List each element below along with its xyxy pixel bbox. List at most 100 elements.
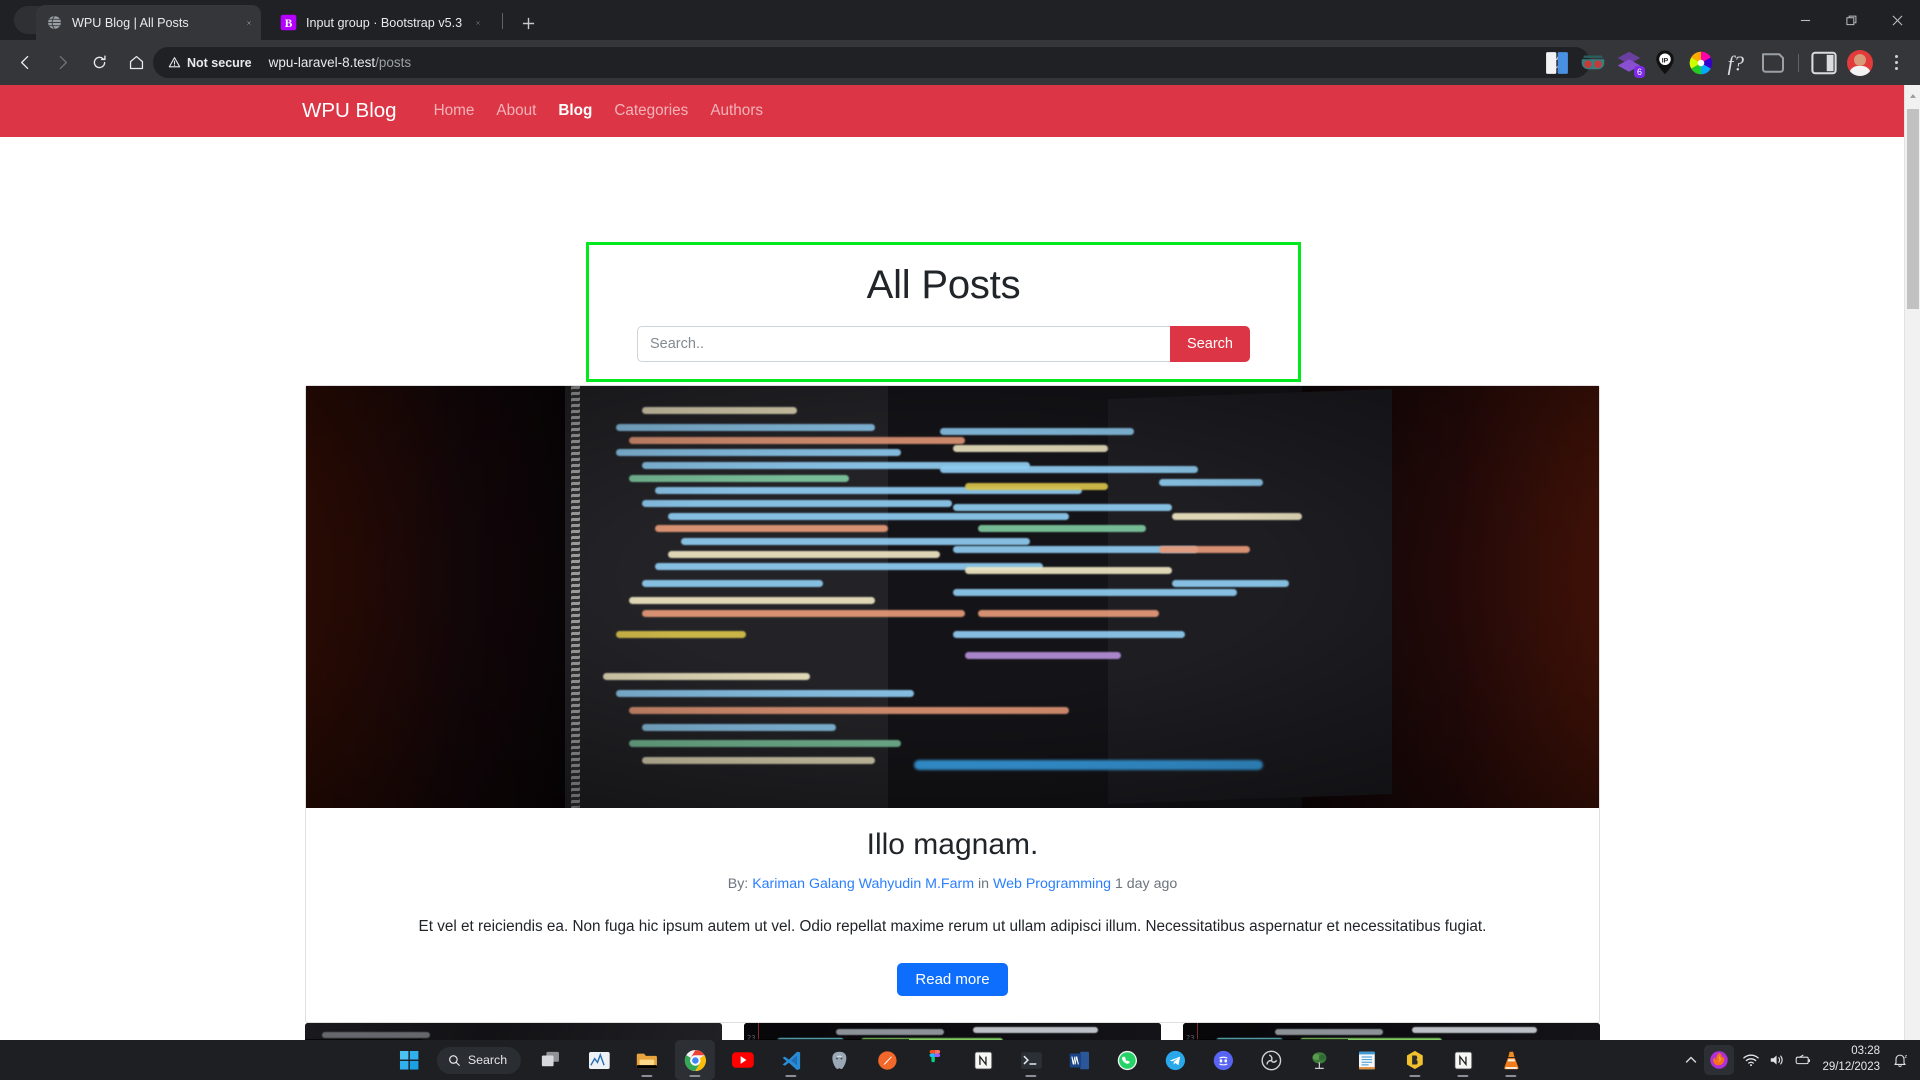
search-button[interactable]: Search xyxy=(1170,326,1250,362)
firefox-tray-icon[interactable] xyxy=(1704,1045,1735,1075)
search-input[interactable] xyxy=(637,326,1171,362)
back-button[interactable] xyxy=(9,47,41,79)
tab-bootstrap[interactable]: B Input group · Bootstrap v5.3 xyxy=(270,5,490,40)
tab-title: WPU Blog | All Posts xyxy=(72,15,189,30)
nav-link-authors[interactable]: Authors xyxy=(699,102,774,120)
post-card-web-programming-2[interactable]: 2324 2728 29 Web Programming xyxy=(1183,1023,1600,1040)
file-explorer-icon xyxy=(637,1053,658,1068)
start-button[interactable] xyxy=(389,1040,429,1080)
clock-date: 29/12/2023 xyxy=(1822,1061,1880,1073)
nav-link-about[interactable]: About xyxy=(485,102,547,120)
wifi-tray-icon[interactable] xyxy=(1738,1040,1764,1080)
scroll-up-arrow[interactable] xyxy=(1905,89,1920,103)
terminal-icon xyxy=(1020,1051,1042,1069)
forward-button[interactable] xyxy=(46,47,78,79)
postgresql-taskbar-button[interactable] xyxy=(819,1040,859,1080)
color-wheel-icon[interactable] xyxy=(1686,48,1716,78)
globe-icon xyxy=(48,15,61,30)
vscode-icon xyxy=(782,1051,800,1070)
taskbar-search[interactable]: Search xyxy=(436,1046,522,1074)
minimize-button[interactable] xyxy=(1782,0,1828,40)
taskbar-apps: Search xyxy=(385,1040,1535,1080)
word-taskbar-button[interactable] xyxy=(1059,1040,1099,1080)
taskbar-clock[interactable]: 03:28 29/12/2023 xyxy=(1816,1044,1888,1076)
tab-close-button[interactable] xyxy=(235,15,251,31)
post-card-web-design[interactable]: Web Design xyxy=(305,1023,722,1040)
obs-taskbar-button[interactable] xyxy=(1251,1040,1291,1080)
avatar xyxy=(1847,49,1873,76)
postman-taskbar-button[interactable] xyxy=(867,1040,907,1080)
ip-pin-icon[interactable]: IP xyxy=(1650,48,1680,78)
font-inspect-icon[interactable]: f? xyxy=(1722,48,1752,78)
discord-taskbar-button[interactable] xyxy=(1203,1040,1243,1080)
url-text: wpu-laravel-8.test/posts xyxy=(269,55,412,70)
reload-button[interactable] xyxy=(83,47,115,79)
beekeeper-taskbar-button[interactable] xyxy=(1395,1040,1435,1080)
widgets-icon xyxy=(588,1051,610,1069)
pocket-icon[interactable] xyxy=(1758,48,1788,78)
layers-badge-icon[interactable]: 6 xyxy=(1614,48,1645,78)
featured-post-body: Illo magnam. By: Kariman Galang Wahyudin… xyxy=(306,808,1599,1022)
extension-badge-count: 6 xyxy=(1633,65,1645,78)
profile-avatar[interactable] xyxy=(1845,48,1875,78)
address-bar[interactable]: Not secure wpu-laravel-8.test/posts xyxy=(153,47,1590,78)
postgresql-icon xyxy=(832,1051,847,1069)
not-secure-badge[interactable]: Not secure xyxy=(162,53,261,73)
extensions-area: 6 IP f? xyxy=(1539,40,1920,85)
whatsapp-taskbar-button[interactable] xyxy=(1107,1040,1147,1080)
nav-link-blog[interactable]: Blog xyxy=(547,102,603,120)
figma-taskbar-button[interactable] xyxy=(915,1040,955,1080)
notepad-taskbar-button[interactable] xyxy=(1347,1040,1387,1080)
tab-close-button[interactable] xyxy=(464,15,480,31)
notion-alt-taskbar-button[interactable] xyxy=(1443,1040,1483,1080)
site-brand[interactable]: WPU Blog xyxy=(302,99,397,123)
youtube-taskbar-button[interactable] xyxy=(723,1040,763,1080)
all-posts-jumbotron: All Posts Search xyxy=(586,242,1301,382)
chrome-menu-button[interactable] xyxy=(1881,48,1911,78)
home-button[interactable] xyxy=(120,47,152,79)
category-link[interactable]: Web Programming xyxy=(993,876,1111,892)
nav-link-home[interactable]: Home xyxy=(423,102,486,120)
featured-post-title[interactable]: Illo magnam. xyxy=(306,828,1599,862)
obs-icon xyxy=(1261,1050,1282,1070)
new-tab-button[interactable] xyxy=(516,11,540,35)
sourcetree-taskbar-button[interactable] xyxy=(1299,1040,1339,1080)
read-more-button[interactable]: Read more xyxy=(897,962,1008,996)
windows-taskbar: Search 03:28 29/12/2023 z xyxy=(0,1040,1920,1080)
maximize-button[interactable] xyxy=(1828,0,1874,40)
word-icon xyxy=(1069,1051,1089,1069)
scrollbar-thumb[interactable] xyxy=(1907,109,1919,309)
vscode-taskbar-button[interactable] xyxy=(771,1040,811,1080)
whatsapp-icon xyxy=(1117,1050,1137,1070)
volume-tray-icon[interactable] xyxy=(1764,1040,1790,1080)
task-view-icon xyxy=(542,1051,560,1067)
notification-center-button[interactable]: z xyxy=(1888,1040,1912,1080)
bootstrap-icon: B xyxy=(280,14,297,31)
telegram-taskbar-button[interactable] xyxy=(1155,1040,1195,1080)
vlc-icon xyxy=(1504,1051,1519,1069)
bell-quiet-icon: z xyxy=(1894,1054,1907,1067)
close-button[interactable] xyxy=(1874,0,1920,40)
goggles-extension-icon[interactable] xyxy=(1578,48,1608,78)
author-link[interactable]: Kariman Galang Wahyudin M.Farm xyxy=(752,876,974,892)
post-card-web-programming-1[interactable]: 2324 2728 29 Web Programming xyxy=(744,1023,1161,1040)
volume-icon xyxy=(1771,1055,1784,1065)
file-explorer-button[interactable] xyxy=(627,1040,667,1080)
nav-link-categories[interactable]: Categories xyxy=(603,102,699,120)
terminal-taskbar-button[interactable] xyxy=(1011,1040,1051,1080)
chrome-taskbar-button[interactable] xyxy=(675,1040,716,1080)
notion-taskbar-button[interactable] xyxy=(963,1040,1003,1080)
reading-list-icon[interactable] xyxy=(1542,48,1572,78)
widgets-button[interactable] xyxy=(579,1040,619,1080)
battery-tray-icon[interactable] xyxy=(1790,1040,1816,1080)
tab-wpu-blog[interactable]: WPU Blog | All Posts xyxy=(36,5,261,40)
page-scrollbar[interactable] xyxy=(1904,85,1920,1040)
side-panel-icon[interactable] xyxy=(1809,48,1839,78)
postman-icon xyxy=(877,1050,897,1070)
wifi-icon xyxy=(1743,1054,1760,1067)
task-view-button[interactable] xyxy=(531,1040,571,1080)
featured-post-excerpt: Et vel et reiciendis ea. Non fuga hic ip… xyxy=(418,918,1487,935)
vlc-taskbar-button[interactable] xyxy=(1491,1040,1531,1080)
browser-toolbar: Not secure wpu-laravel-8.test/posts 6 IP xyxy=(0,40,1920,85)
tray-expand-button[interactable] xyxy=(1678,1040,1704,1080)
